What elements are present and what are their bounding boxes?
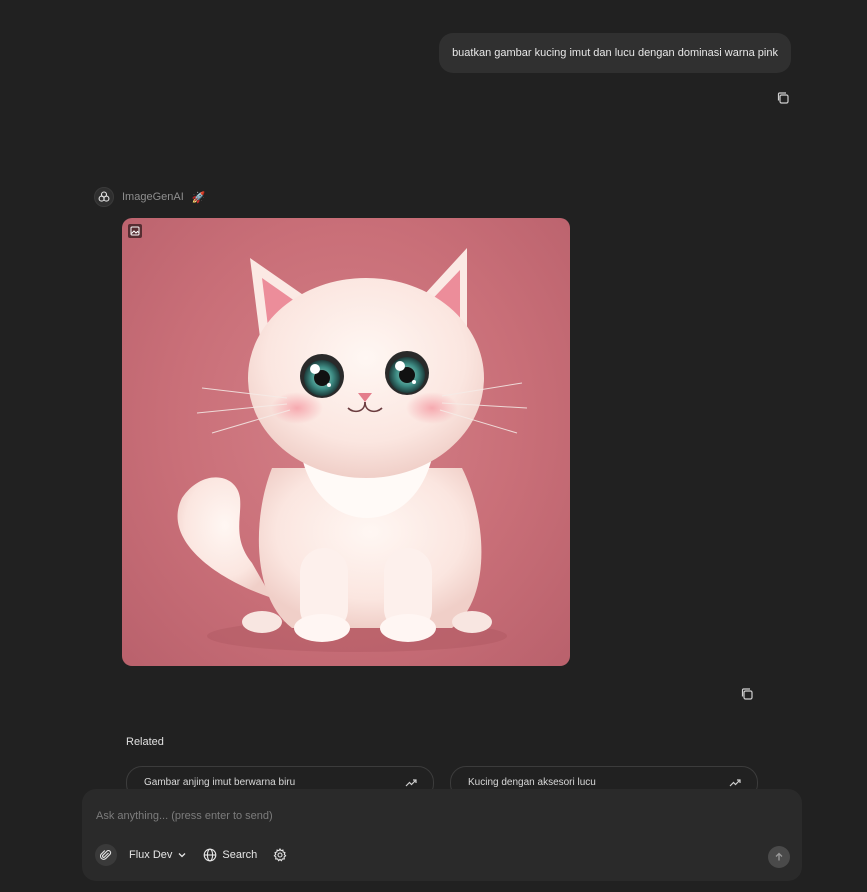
related-item-label: Kucing dengan aksesori lucu (468, 777, 596, 788)
copy-icon (741, 688, 753, 700)
related-item-label: Gambar anjing imut berwarna biru (144, 777, 296, 788)
image-icon (130, 226, 140, 236)
composer-toolbar: Flux Dev Search (95, 844, 291, 866)
chevron-down-icon (178, 853, 186, 858)
send-button[interactable] (768, 846, 790, 868)
assistant-name: ImageGenAI (122, 191, 184, 203)
user-message-text: buatkan gambar kucing imut dan lucu deng… (452, 47, 778, 59)
rocket-icon: 🚀 (191, 191, 206, 204)
image-badge[interactable] (128, 224, 142, 238)
generated-image[interactable] (122, 218, 570, 666)
trending-up-icon (729, 779, 741, 787)
gear-icon (273, 848, 287, 862)
search-label: Search (222, 849, 258, 861)
related-title: Related (126, 736, 164, 748)
cat-illustration (177, 248, 528, 652)
user-message-bubble: buatkan gambar kucing imut dan lucu deng… (439, 33, 791, 73)
search-button[interactable]: Search (199, 846, 261, 864)
openai-logo-icon (98, 191, 110, 202)
copy-icon (777, 92, 789, 104)
trending-up-icon (405, 779, 417, 787)
arrow-up-icon (775, 852, 783, 861)
composer: Flux Dev Search (82, 789, 802, 881)
model-label: Flux Dev (129, 849, 173, 861)
copy-user-message-button[interactable] (774, 89, 792, 107)
model-selector[interactable]: Flux Dev (125, 847, 191, 863)
paperclip-icon (100, 850, 112, 860)
message-input[interactable] (96, 810, 696, 822)
assistant-avatar (94, 187, 114, 207)
settings-button[interactable] (269, 846, 291, 864)
copy-response-button[interactable] (738, 685, 756, 703)
globe-icon (204, 848, 217, 862)
attach-button[interactable] (95, 844, 117, 866)
assistant-header: ImageGenAI 🚀 (94, 187, 205, 207)
